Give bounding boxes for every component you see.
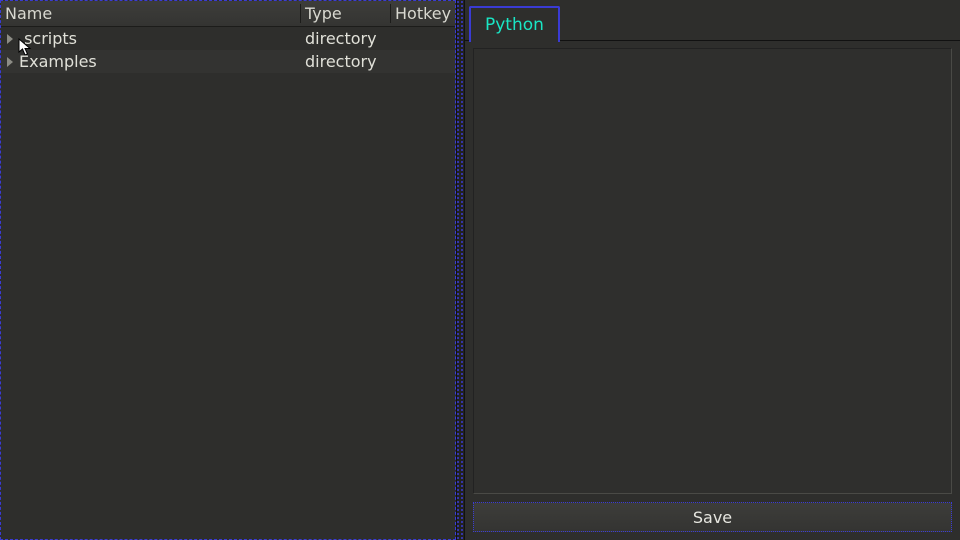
tree-row[interactable]: .scripts directory <box>1 27 455 50</box>
tab-bar: Python <box>465 0 960 40</box>
column-header-type[interactable]: Type <box>301 4 391 23</box>
editor-panel: Python Save <box>464 0 960 540</box>
tree-row[interactable]: Examples directory <box>1 50 455 73</box>
script-tree-panel: Name Type Hotkey .scripts directory Exam… <box>0 0 456 540</box>
chevron-right-icon[interactable] <box>7 57 13 67</box>
code-editor[interactable] <box>473 48 952 494</box>
pane-splitter[interactable] <box>456 0 464 540</box>
column-header-name[interactable]: Name <box>1 4 301 23</box>
chevron-right-icon[interactable] <box>7 34 13 44</box>
tree-row-type: directory <box>301 52 391 71</box>
tree-body: .scripts directory Examples directory <box>1 27 455 539</box>
tree-header: Name Type Hotkey <box>1 1 455 27</box>
tree-row-type: directory <box>301 29 391 48</box>
tree-row-name: Examples <box>19 52 97 71</box>
app-root: Name Type Hotkey .scripts directory Exam… <box>0 0 960 540</box>
tree-row-name: .scripts <box>19 29 77 48</box>
column-header-hotkey[interactable]: Hotkey <box>391 4 455 23</box>
save-button[interactable]: Save <box>473 502 952 532</box>
tab-python[interactable]: Python <box>469 6 560 42</box>
